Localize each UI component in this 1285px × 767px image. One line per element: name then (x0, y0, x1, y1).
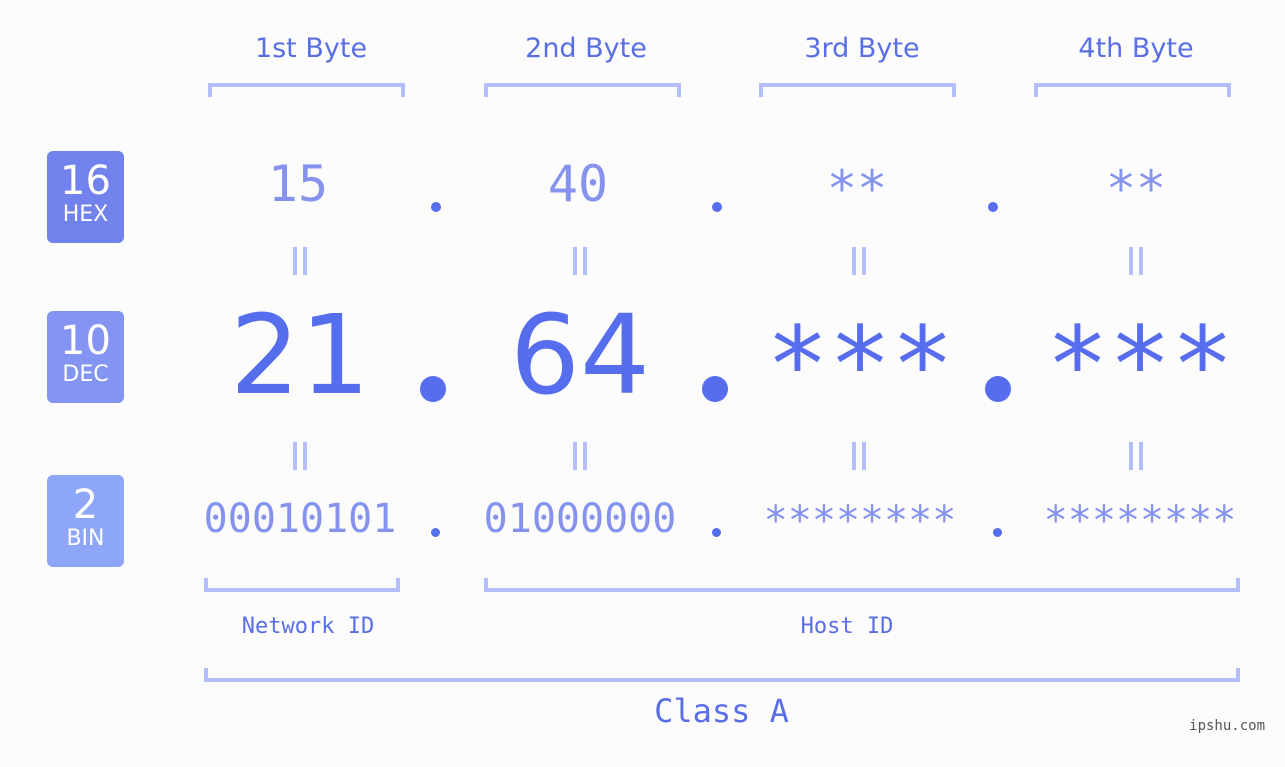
byte-header-3: 3rd Byte (804, 33, 920, 64)
hex-byte-2: 40 (547, 155, 609, 213)
equals-icon (570, 442, 590, 470)
equals-icon (290, 247, 310, 275)
bin-byte-3: ******** (763, 498, 957, 544)
dec-byte-4: *** (1046, 304, 1234, 426)
bin-base-number: 2 (72, 482, 99, 528)
byte-bracket-4 (1034, 83, 1231, 97)
hex-dot-1 (431, 202, 441, 212)
equals-icon (849, 442, 869, 470)
equals-icon (1126, 442, 1146, 470)
host-id-bracket (484, 578, 1240, 592)
network-id-label: Network ID (241, 614, 375, 639)
network-id-bracket (204, 578, 400, 592)
bin-badge: 2 BIN (47, 475, 124, 567)
equals-icon (1126, 247, 1146, 275)
equals-icon (570, 247, 590, 275)
class-bracket (204, 668, 1240, 682)
dec-badge: 10 DEC (47, 311, 124, 403)
byte-header-4: 4th Byte (1078, 33, 1194, 64)
equals-icon (849, 247, 869, 275)
dec-byte-1: 21 (230, 291, 370, 419)
dec-byte-2: 64 (510, 291, 650, 419)
bin-byte-2: 01000000 (483, 496, 677, 542)
hex-badge: 16 HEX (47, 151, 124, 243)
dec-dot-2 (702, 376, 728, 402)
hex-dot-3 (988, 202, 998, 212)
bin-dot-1 (431, 528, 440, 537)
class-label: Class A (654, 692, 789, 730)
byte-header-2: 2nd Byte (525, 33, 647, 64)
dec-base-number: 10 (60, 318, 111, 364)
hex-dot-2 (712, 202, 722, 212)
hex-base-label: HEX (62, 202, 109, 227)
dec-dot-3 (985, 376, 1011, 402)
bin-byte-1: 00010101 (203, 496, 397, 542)
bin-dot-3 (993, 528, 1002, 537)
hex-byte-1: 15 (267, 155, 329, 213)
host-id-label: Host ID (800, 614, 894, 639)
byte-bracket-1 (208, 83, 405, 97)
hex-byte-3: ** (826, 160, 888, 218)
equals-icon (290, 442, 310, 470)
dec-dot-1 (420, 376, 446, 402)
byte-bracket-3 (759, 83, 956, 97)
byte-bracket-2 (484, 83, 681, 97)
bin-dot-2 (712, 528, 721, 537)
bin-base-label: BIN (66, 526, 105, 551)
hex-byte-4: ** (1105, 160, 1167, 218)
byte-header-1: 1st Byte (254, 33, 368, 64)
bin-byte-4: ******** (1043, 498, 1237, 544)
dec-base-label: DEC (62, 362, 109, 387)
hex-base-number: 16 (60, 158, 111, 204)
dec-byte-3: *** (766, 304, 954, 426)
watermark: ipshu.com (1189, 718, 1265, 734)
